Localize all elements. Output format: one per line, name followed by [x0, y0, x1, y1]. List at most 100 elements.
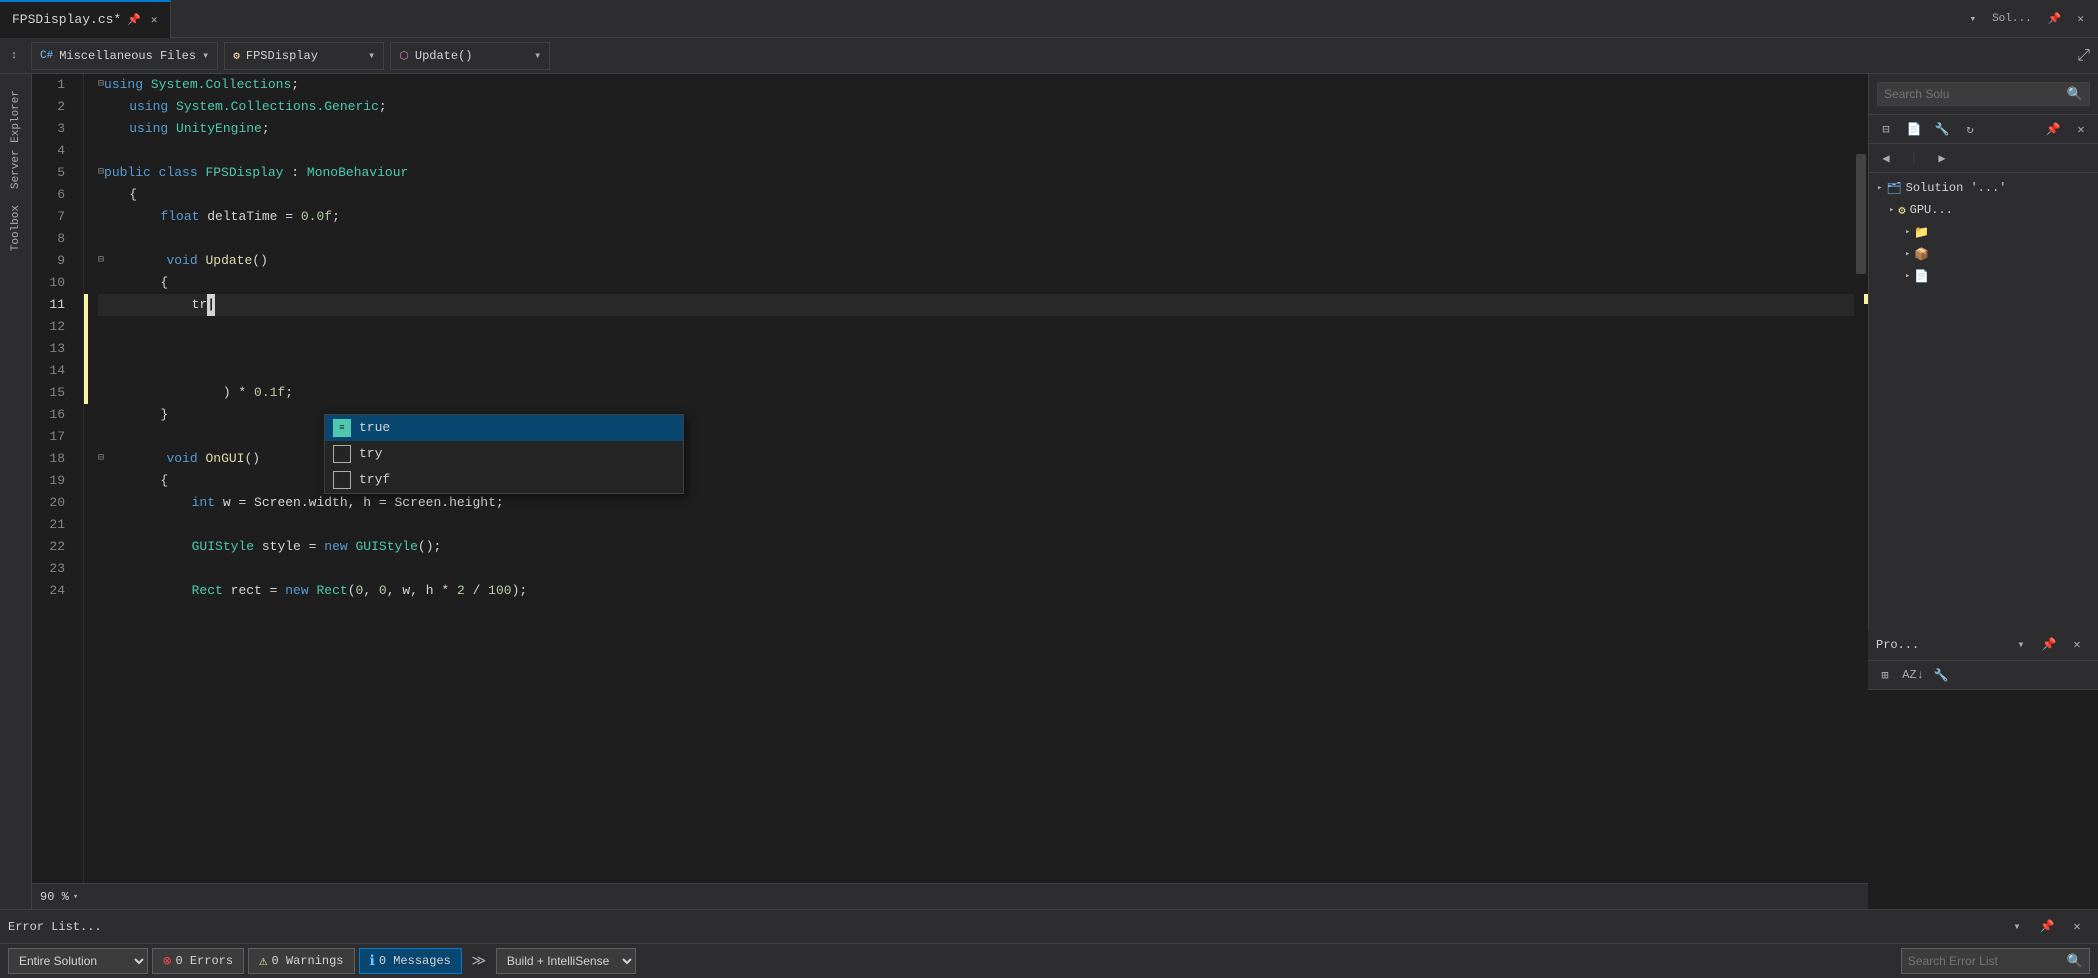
messages-label: 0 Messages	[379, 954, 451, 968]
grid-icon[interactable]: ⊞	[1872, 663, 1898, 687]
fpsdisplay-dropdown[interactable]: ⚙ FPSDisplay ▾	[224, 42, 384, 70]
info-icon: ℹ	[370, 953, 375, 970]
code-line-8	[98, 228, 1854, 250]
az-icon[interactable]: AZ↓	[1900, 663, 1926, 687]
autocomplete-item-try[interactable]: □ try	[325, 441, 683, 467]
code-line-13	[98, 338, 1854, 360]
code-line-12	[98, 316, 1854, 338]
close-solution-btn[interactable]: ✕	[2068, 117, 2094, 141]
search-solution-icon[interactable]: 🔍	[2067, 87, 2083, 102]
autocomplete-true-icon: ≡	[333, 419, 351, 437]
code-content[interactable]: ⊟ using System.Collections; using System…	[84, 74, 1854, 883]
code-line-5: ⊟ public class FPSDisplay : MonoBehaviou…	[98, 162, 1854, 184]
dropdown-arrow[interactable]: ▾	[1963, 10, 1982, 28]
solution-filter-select[interactable]: Entire Solution	[8, 948, 148, 974]
code-line-22: GUIStyle style = new GUIStyle();	[98, 536, 1854, 558]
autocomplete-dropdown[interactable]: ≡ true □ try □ tryf	[324, 414, 684, 494]
ln-17: 17	[32, 426, 73, 448]
autocomplete-item-tryf[interactable]: □ tryf	[325, 467, 683, 493]
properties-title: Pro...	[1876, 638, 1919, 652]
error-list-pin[interactable]: 📌	[2034, 915, 2060, 939]
solution-explorer-panel: 🔍 ⊟ 📄 🔧 ↻ 📌 ✕ ◀ | ▶	[1868, 74, 2098, 629]
back-btn[interactable]: ◀	[1873, 146, 1899, 170]
props-close-btn[interactable]: ✕	[2064, 633, 2090, 657]
search-solution-input[interactable]	[1884, 87, 2063, 101]
autocomplete-tryf-icon: □	[333, 471, 351, 489]
close-panel-btn[interactable]: ✕	[2071, 10, 2090, 28]
props-pin-btn[interactable]: 📌	[2036, 633, 2062, 657]
ln-11: 11	[32, 294, 73, 316]
ln-5: 5	[32, 162, 73, 184]
misc-files-label: Miscellaneous Files	[59, 49, 196, 63]
nav-expand-icon[interactable]: ↕	[11, 50, 18, 62]
update-dropdown[interactable]: ⬡ Update() ▾	[390, 42, 550, 70]
vertical-scrollbar[interactable]	[1854, 74, 1868, 883]
misc-files-dropdown[interactable]: C# Miscellaneous Files ▾	[31, 42, 218, 70]
tab-pin-icon[interactable]: 📌	[127, 13, 141, 27]
tab-close-icon[interactable]: ✕	[151, 13, 158, 27]
show-all-files-btn[interactable]: 📄	[1901, 117, 1927, 141]
build-filter-select[interactable]: Build + IntelliSense	[496, 948, 636, 974]
code-line-7: float deltaTime = 0.0f;	[98, 206, 1854, 228]
zoom-indicator[interactable]: 90 % ▾	[32, 884, 86, 910]
warnings-label: 0 Warnings	[271, 954, 343, 968]
tab-fpsdisplay[interactable]: FPSDisplay.cs* 📌 ✕	[0, 0, 171, 38]
pin-btn[interactable]: 📌	[2042, 10, 2068, 28]
solution-label: Solution '...'	[1906, 181, 2007, 195]
error-list-close[interactable]: ✕	[2064, 915, 2090, 939]
tree-item-1[interactable]: ▸ 📁	[1869, 221, 2098, 243]
zoom-dropdown-arrow[interactable]: ▾	[73, 892, 78, 902]
scrollbar-thumb[interactable]	[1856, 154, 1866, 274]
toolbox-label[interactable]: Toolbox	[6, 197, 26, 259]
forward-btn[interactable]: ▶	[1929, 146, 1955, 170]
settings-icon[interactable]: 🔧	[1928, 663, 1954, 687]
update-dropdown-arrow: ▾	[534, 48, 541, 63]
search-solution-input-wrapper[interactable]: 🔍	[1877, 82, 2090, 106]
error-list-dropdown[interactable]: ▾	[2004, 915, 2030, 939]
tree-arrow-2: ▸	[1905, 249, 1910, 259]
title-bar: FPSDisplay.cs* 📌 ✕ ▾ Sol... 📌 ✕	[0, 0, 2098, 38]
server-explorer-label[interactable]: Server Explorer	[6, 82, 26, 197]
ln-3: 3	[32, 118, 73, 140]
messages-btn[interactable]: ℹ 0 Messages	[359, 948, 462, 974]
ln-14: 14	[32, 360, 73, 382]
ln-24: 24	[32, 580, 73, 602]
pin-solution-btn[interactable]: 📌	[2040, 117, 2066, 141]
refresh-btn[interactable]: ↻	[1957, 117, 1983, 141]
properties-btn[interactable]: 🔧	[1929, 117, 1955, 141]
tree-item-3[interactable]: ▸ 📄	[1869, 265, 2098, 287]
tab-filename: FPSDisplay.cs*	[12, 12, 121, 27]
code-container: 1 2 3 4 5 6 7 8 9 10 11 12 13 14 15 16 1	[32, 74, 1868, 883]
fps-icon: ⚙	[233, 49, 240, 63]
ln-16: 16	[32, 404, 73, 426]
tree-solution-root[interactable]: ▸ 🗂 Solution '...'	[1869, 177, 2098, 199]
code-line-20: int w = Screen.width, h = Screen.height;	[98, 492, 1854, 514]
autocomplete-true-text: true	[359, 417, 390, 439]
ln-23: 23	[32, 558, 73, 580]
search-error-icon[interactable]: 🔍	[2067, 954, 2083, 969]
separator-nav: |	[1901, 146, 1927, 170]
code-line-6: {	[98, 184, 1854, 206]
nav-expand-right-icon[interactable]: ⤢	[2077, 47, 2090, 65]
props-dropdown-arrow[interactable]: ▾	[2008, 633, 2034, 657]
errors-btn[interactable]: ⊗ 0 Errors	[152, 948, 244, 974]
misc-dropdown-arrow: ▾	[202, 48, 209, 63]
autocomplete-item-true[interactable]: ≡ true	[325, 415, 683, 441]
yellow-indicator-11	[84, 294, 88, 316]
warning-icon: ⚠	[259, 953, 267, 970]
gpu-label: GPU...	[1910, 203, 1953, 217]
collapse-all-btn[interactable]: ⊟	[1873, 117, 1899, 141]
search-error-list-input[interactable]	[1908, 954, 2063, 968]
tree-item-2[interactable]: ▸ 📦	[1869, 243, 2098, 265]
warnings-btn[interactable]: ⚠ 0 Warnings	[248, 948, 354, 974]
ln-4: 4	[32, 140, 73, 162]
fpsdisplay-label: FPSDisplay	[246, 49, 318, 63]
right-panel-wrapper: 🔍 ⊟ 📄 🔧 ↻ 📌 ✕ ◀ | ▶	[1868, 74, 2098, 909]
error-list-more-btn[interactable]: ≫	[466, 949, 492, 973]
search-error-list-wrapper[interactable]: 🔍	[1901, 948, 2090, 974]
panel-header-controls: 📌 ✕	[2040, 117, 2094, 141]
properties-panel: Pro... ▾ 📌 ✕ ⊞ AZ↓ 🔧	[1868, 629, 2098, 909]
tree-gpu[interactable]: ▸ ⚙ GPU...	[1869, 199, 2098, 221]
error-list-toolbar: Entire Solution ⊗ 0 Errors ⚠ 0 Warnings …	[0, 944, 2098, 978]
code-line-23	[98, 558, 1854, 580]
